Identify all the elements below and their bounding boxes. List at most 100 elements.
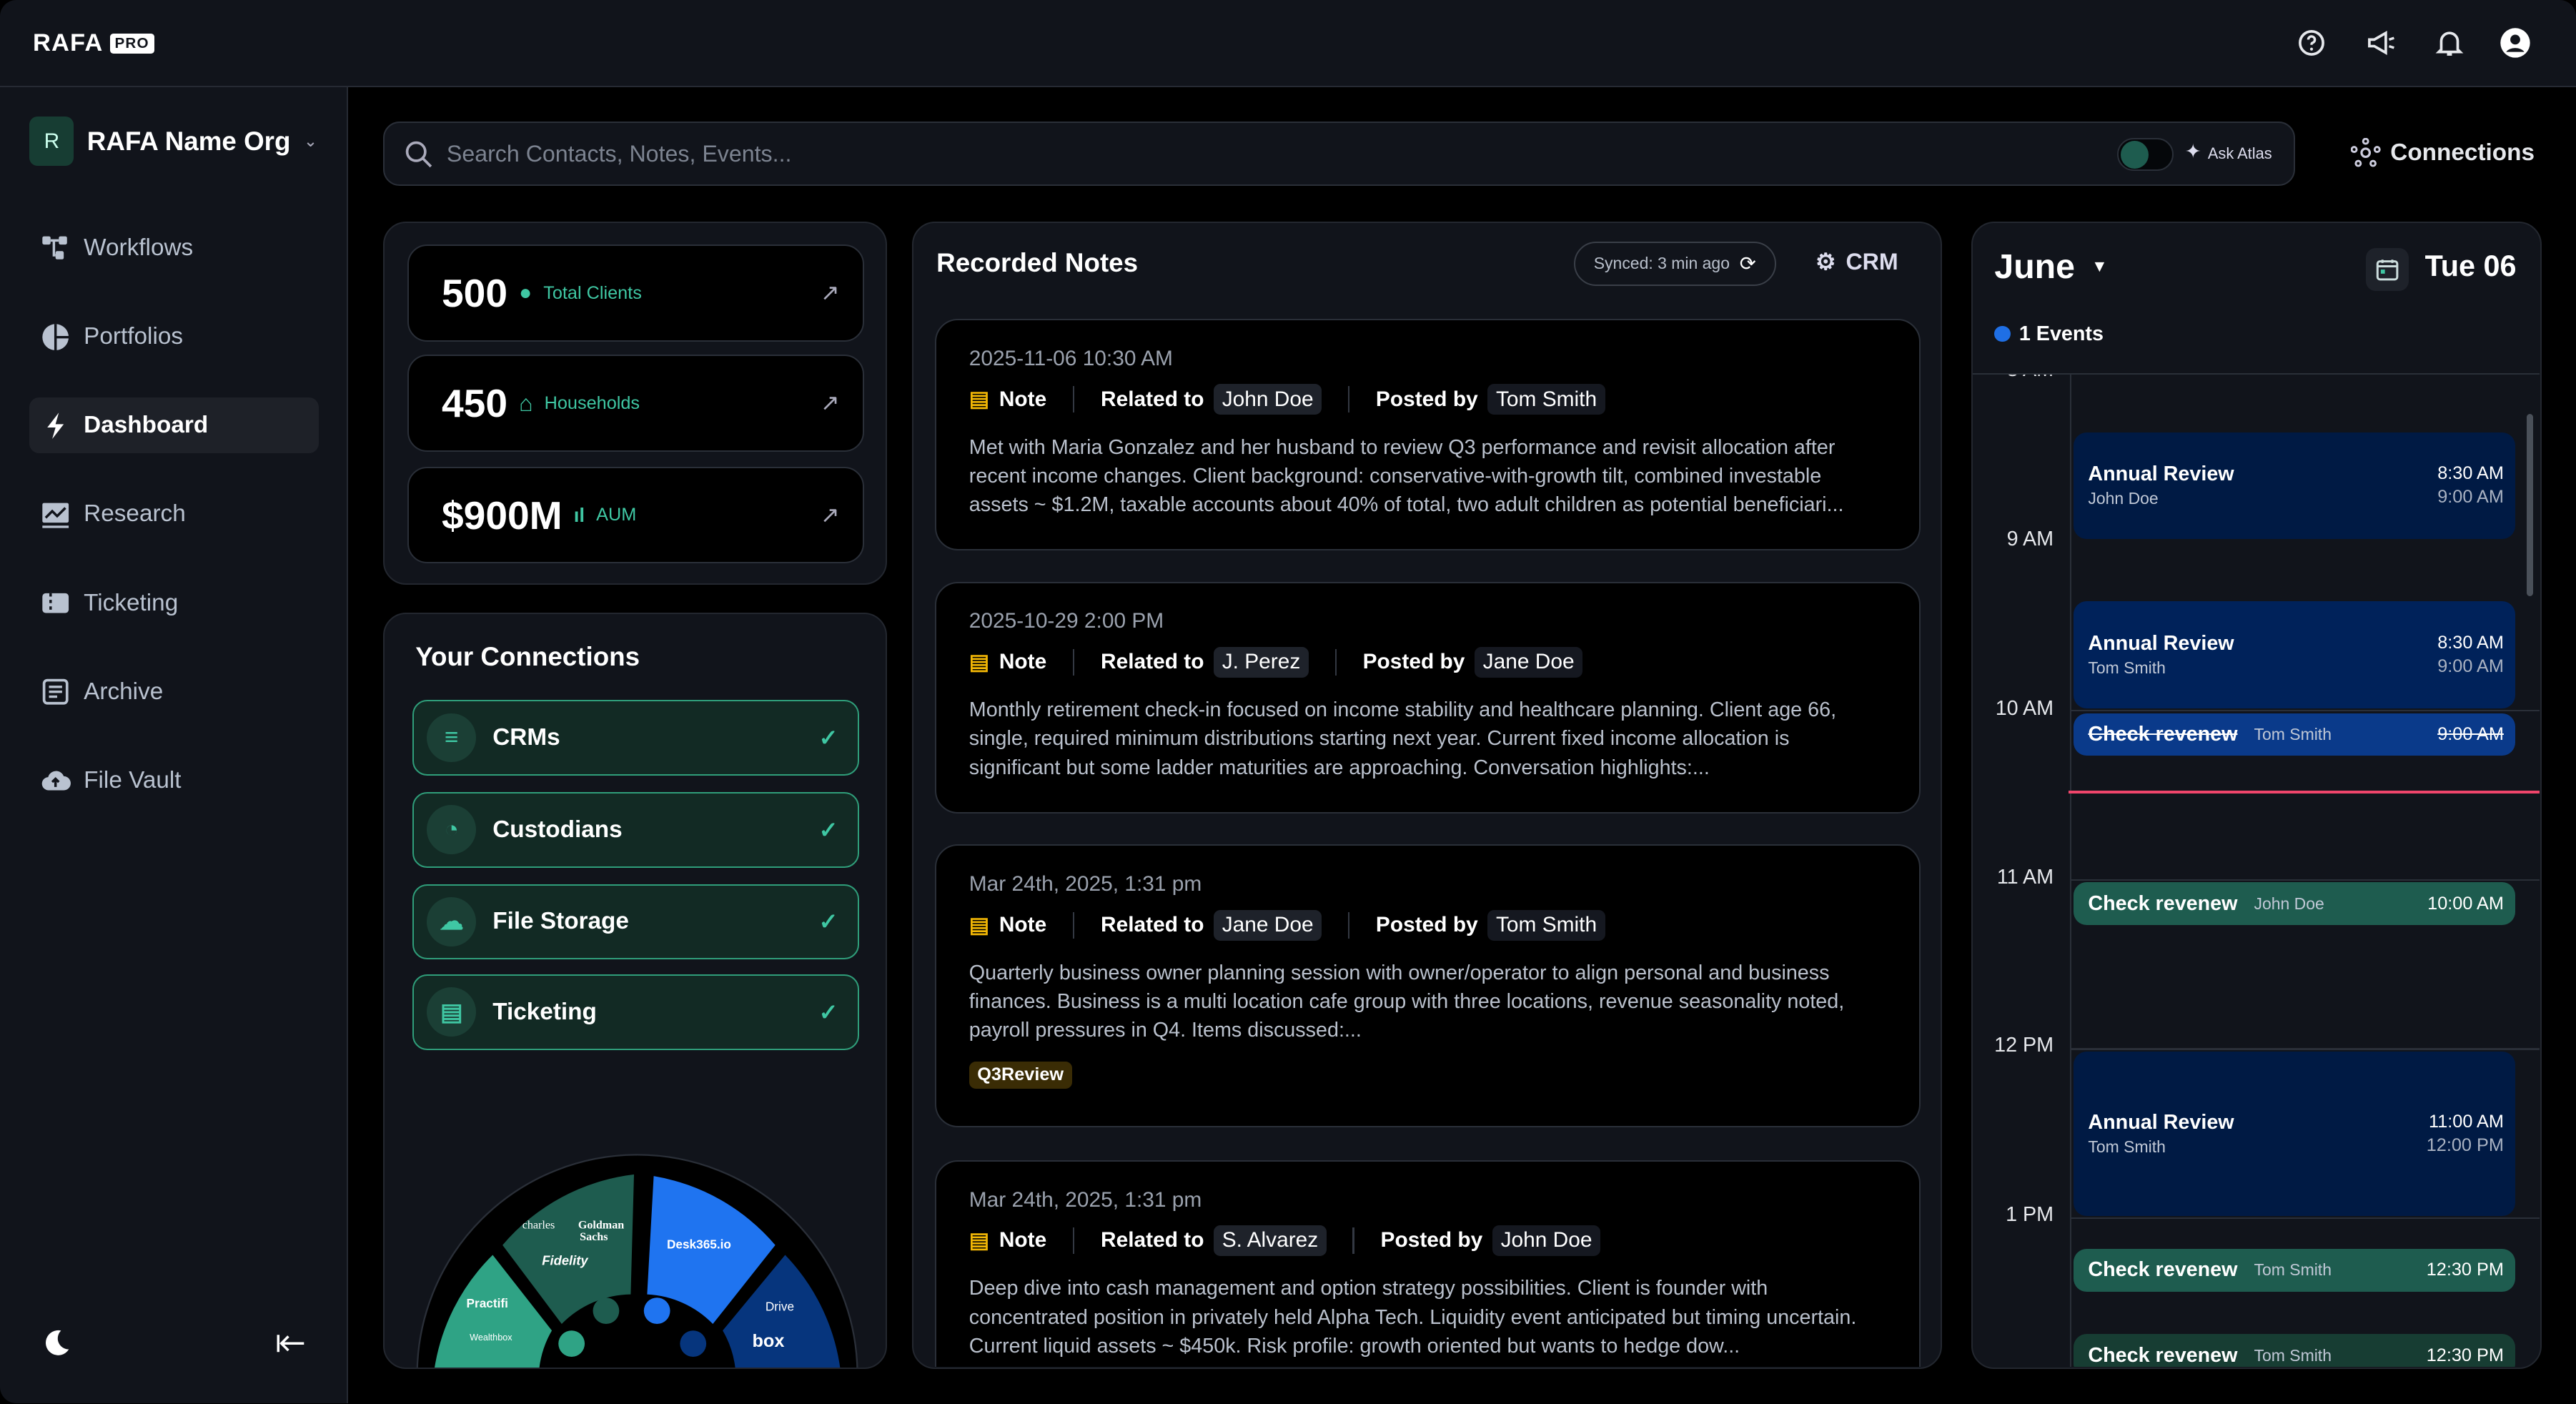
posted-label: Posted by	[1376, 387, 1478, 412]
hour-gridline	[2070, 1048, 2540, 1049]
pie-chart-icon: ◔	[427, 805, 476, 854]
crm-label: CRM	[1846, 249, 1898, 275]
posted-by-chip[interactable]: Jane Doe	[1475, 647, 1582, 678]
connection-label: CRMs	[492, 724, 560, 751]
stat-card-aum[interactable]: $900MılAUM↗	[407, 467, 864, 564]
day-timeline[interactable]: 8 AM9 AM10 AM11 AM12 PM1 PMAnnual Review…	[1973, 375, 2540, 1367]
search-input[interactable]	[447, 136, 1926, 172]
sync-status-button[interactable]: Synced: 3 min ago⟳	[1574, 242, 1776, 286]
note-tag[interactable]: Q3Review	[969, 1062, 1072, 1089]
note-body: Deep dive into cash management and optio…	[969, 1274, 1886, 1360]
nav-label: Archive	[84, 678, 163, 706]
workflow-icon	[41, 233, 70, 262]
event-end: 12:00 PM	[2427, 1135, 2504, 1156]
event-start: 9:00 AM	[2437, 724, 2504, 745]
ask-atlas-label[interactable]: Ask Atlas	[2208, 144, 2272, 163]
rafa-logo[interactable]: RAFAPRO	[33, 29, 154, 57]
connections-button[interactable]: Connections	[2351, 138, 2535, 167]
stat-card-households[interactable]: 450⌂Households↗	[407, 355, 864, 452]
event-dot-icon	[1994, 326, 2011, 342]
connection-ticketing[interactable]: ▤Ticketing✓	[412, 974, 859, 1050]
nav-workflows[interactable]: Workflows	[29, 220, 319, 276]
connection-custodians[interactable]: ◔Custodians✓	[412, 792, 859, 868]
stat-value: 450	[442, 380, 507, 426]
calendar-event[interactable]: Check revenewJohn Doe10:00 AM	[2074, 882, 2515, 925]
event-start: 12:30 PM	[2427, 1260, 2504, 1280]
calendar-picker-button[interactable]	[2366, 248, 2409, 291]
related-contact-chip[interactable]: John Doe	[1214, 384, 1322, 415]
calendar-event[interactable]: Annual ReviewTom Smith8:30 AM9:00 AM	[2074, 601, 2515, 708]
connection-crms[interactable]: ≡CRMs✓	[412, 700, 859, 776]
search-bar: ✦ Ask Atlas	[383, 122, 2295, 186]
calendar-event[interactable]: Annual ReviewJohn Doe8:30 AM9:00 AM	[2074, 432, 2515, 539]
collapse-sidebar-icon[interactable]	[276, 1331, 307, 1355]
org-switcher[interactable]: RRAFA Name Org⌄	[29, 117, 317, 166]
hour-label: 8 AM	[1973, 375, 2054, 382]
note-type: Note	[999, 913, 1046, 937]
check-icon: ✓	[819, 724, 838, 751]
arrow-up-right-icon: ↗	[821, 279, 840, 306]
related-contact-chip[interactable]: S. Alvarez	[1214, 1225, 1326, 1256]
event-end: 9:00 AM	[2437, 487, 2504, 508]
hour-label: 9 AM	[1973, 528, 2054, 551]
event-title: Check revenew	[2088, 723, 2237, 746]
posted-by-chip[interactable]: Tom Smith	[1487, 910, 1605, 941]
hour-label: 12 PM	[1973, 1034, 2054, 1057]
nav-dashboard[interactable]: Dashboard	[29, 397, 319, 453]
integrations-logo-wheel: charlesGoldmanSachsFidelity Desk365.ioPr…	[414, 1153, 861, 1368]
calendar-event[interactable]: Check revenewTom Smith12:30 PM	[2074, 1249, 2515, 1292]
ticket-icon	[41, 588, 70, 618]
divider	[1348, 912, 1349, 939]
note-card[interactable]: Mar 24th, 2025, 1:31 pm ▤NoteRelated toJ…	[935, 844, 1921, 1127]
month-label: June	[1994, 247, 2075, 287]
calendar-event[interactable]: Check revenewTom Smith12:30 PM	[2074, 1334, 2515, 1367]
related-label: Related to	[1101, 650, 1204, 674]
help-icon[interactable]	[2295, 26, 2328, 59]
lightning-icon	[41, 411, 70, 440]
pie-chart-icon	[41, 322, 70, 352]
event-attendee: John Doe	[2254, 894, 2324, 914]
nav-portfolios[interactable]: Portfolios	[29, 309, 319, 365]
related-contact-chip[interactable]: Jane Doe	[1214, 910, 1322, 941]
bell-icon[interactable]	[2433, 26, 2466, 59]
megaphone-icon[interactable]	[2364, 26, 2397, 59]
selected-date: Tue 06	[2425, 249, 2517, 283]
note-card[interactable]: 2025-11-06 10:30 AM ▤NoteRelated toJohn …	[935, 319, 1921, 550]
user-avatar-icon[interactable]	[2499, 26, 2532, 59]
hour-label: 1 PM	[1973, 1203, 2054, 1227]
event-title: Check revenew	[2088, 1344, 2237, 1368]
stat-card-total-clients[interactable]: 500●Total Clients↗	[407, 244, 864, 342]
svg-text:Practifi: Practifi	[466, 1296, 507, 1310]
posted-by-chip[interactable]: John Doe	[1492, 1225, 1600, 1256]
nav-archive[interactable]: Archive	[29, 664, 319, 720]
logo-text: RAFA	[33, 29, 103, 57]
related-contact-chip[interactable]: J. Perez	[1214, 647, 1309, 678]
notes-list[interactable]: 2025-11-06 10:30 AM ▤NoteRelated toJohn …	[912, 319, 1942, 1367]
hour-gridline	[2070, 1217, 2540, 1219]
crm-settings-button[interactable]: ⚙CRM	[1815, 248, 1898, 275]
calendar-icon	[2376, 258, 2399, 281]
cloud-upload-icon	[41, 766, 70, 795]
calendar-event[interactable]: Check revenewTom Smith9:00 AM	[2074, 713, 2515, 756]
event-title: Check revenew	[2088, 1258, 2237, 1282]
note-card[interactable]: 2025-10-29 2:00 PM ▤NoteRelated toJ. Per…	[935, 582, 1921, 814]
calendar-event[interactable]: Annual ReviewTom Smith11:00 AM12:00 PM	[2074, 1052, 2515, 1216]
stat-label: Total Clients	[543, 283, 642, 304]
note-icon: ▤	[969, 913, 989, 938]
related-label: Related to	[1101, 913, 1204, 937]
time-axis-line	[2070, 375, 2071, 1367]
connection-file-storage[interactable]: ☁File Storage✓	[412, 884, 859, 960]
check-icon: ✓	[819, 908, 838, 935]
nav-ticketing[interactable]: Ticketing	[29, 575, 319, 631]
nav-research[interactable]: Research	[29, 486, 319, 542]
posted-by-chip[interactable]: Tom Smith	[1487, 384, 1605, 415]
note-card[interactable]: Mar 24th, 2025, 1:31 pm ▤NoteRelated toS…	[935, 1160, 1921, 1368]
hour-label: 10 AM	[1973, 697, 2054, 721]
dark-mode-moon-icon[interactable]	[41, 1328, 72, 1359]
ask-atlas-toggle[interactable]	[2117, 138, 2173, 171]
nav-file-vault[interactable]: File Vault	[29, 753, 319, 809]
event-title: Annual Review	[2088, 632, 2234, 656]
calendar-scrollbar[interactable]	[2527, 414, 2533, 596]
month-selector[interactable]: June▼	[1994, 247, 2107, 287]
nav-label: Ticketing	[84, 590, 178, 617]
